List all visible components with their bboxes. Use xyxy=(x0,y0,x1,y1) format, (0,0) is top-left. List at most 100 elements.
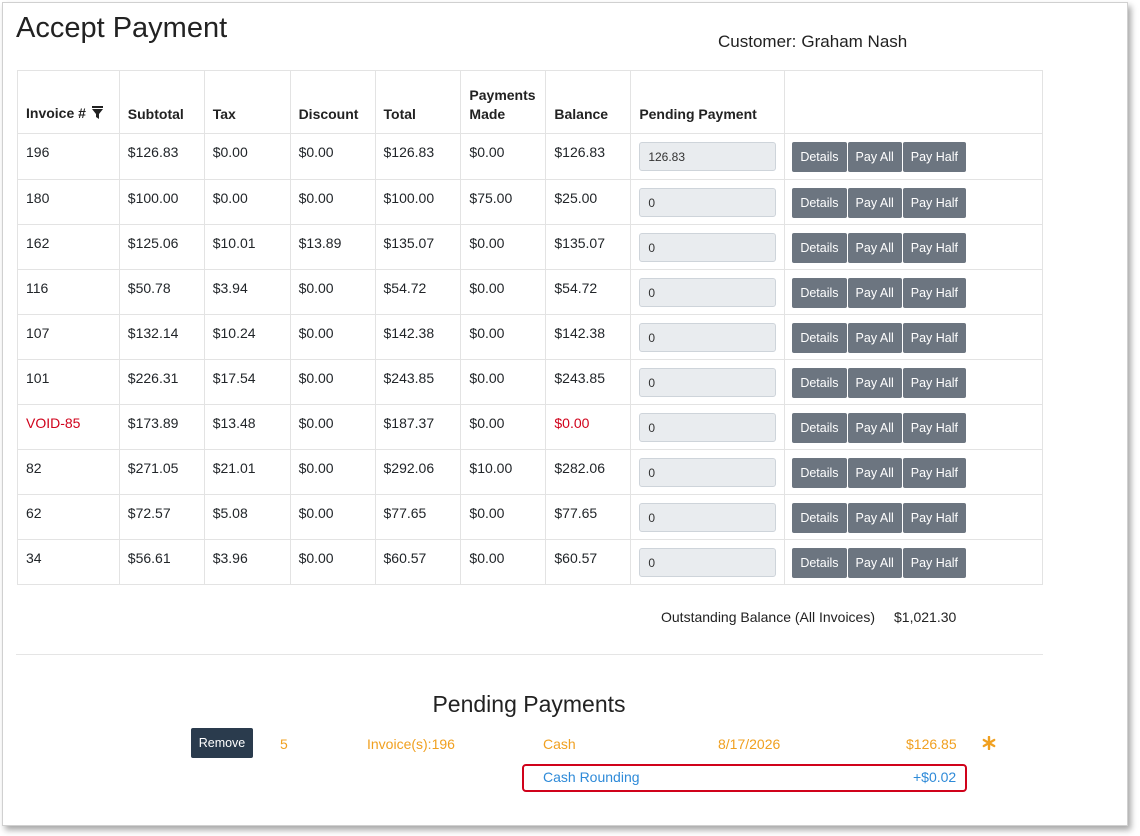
cell-actions: Details Pay All Pay Half xyxy=(784,449,1043,495)
pending-payment-input[interactable] xyxy=(639,278,777,307)
pay-all-button[interactable]: Pay All xyxy=(847,368,902,398)
pay-half-button[interactable]: Pay Half xyxy=(902,413,966,443)
cell-tax: $3.96 xyxy=(203,539,291,585)
cell-discount: $0.00 xyxy=(289,269,376,315)
pay-all-button[interactable]: Pay All xyxy=(847,413,902,443)
filter-icon[interactable] xyxy=(91,105,103,124)
cell-payments-made: $75.00 xyxy=(460,179,547,225)
pay-all-button[interactable]: Pay All xyxy=(847,233,902,263)
cell-payments-made: $0.00 xyxy=(460,494,547,540)
header-tax: Tax xyxy=(203,70,291,134)
cell-invoice: VOID-85 xyxy=(17,404,120,450)
details-button[interactable]: Details xyxy=(792,278,847,308)
pay-half-button[interactable]: Pay Half xyxy=(902,188,966,218)
table-row: 34$56.61$3.96$0.00$60.57$0.00$60.57Detai… xyxy=(17,539,1043,585)
cell-discount: $0.00 xyxy=(289,449,376,495)
cell-total: $243.85 xyxy=(374,359,462,405)
pending-payment-input[interactable] xyxy=(639,188,777,217)
pending-payment-input[interactable] xyxy=(639,503,777,532)
pay-half-button[interactable]: Pay Half xyxy=(902,548,966,578)
header-subtotal: Subtotal xyxy=(118,70,205,134)
cell-pending-payment xyxy=(630,359,786,405)
pending-payment-input[interactable] xyxy=(639,413,777,442)
pay-half-button[interactable]: Pay Half xyxy=(902,503,966,533)
section-divider xyxy=(16,654,1043,655)
cell-balance: $60.57 xyxy=(545,539,632,585)
cell-tax: $10.01 xyxy=(203,224,291,270)
cell-discount: $13.89 xyxy=(289,224,376,270)
cell-invoice: 82 xyxy=(17,449,120,495)
details-button[interactable]: Details xyxy=(792,458,847,488)
cell-tax: $13.48 xyxy=(203,404,291,450)
pending-payment-input[interactable] xyxy=(639,458,777,487)
details-button[interactable]: Details xyxy=(792,188,847,218)
invoice-table: Invoice # Subtotal Tax Discount Total Pa… xyxy=(17,70,1043,585)
pending-payment-input[interactable] xyxy=(639,323,777,352)
cell-subtotal: $100.00 xyxy=(118,179,205,225)
details-button[interactable]: Details xyxy=(792,368,847,398)
cell-subtotal: $50.78 xyxy=(118,269,205,315)
header-invoice-label: Invoice # xyxy=(26,105,86,121)
pay-all-button[interactable]: Pay All xyxy=(847,503,902,533)
remove-button[interactable]: Remove xyxy=(191,728,253,758)
pay-all-button[interactable]: Pay All xyxy=(847,142,902,172)
table-row: 162 $125.06 $10.01 $13.89 $135.07 $0.00 $135.0… xyxy=(17,224,1043,270)
details-button[interactable]: Details xyxy=(792,233,847,263)
cell-payments-made: $10.00 xyxy=(460,449,547,495)
pay-all-button[interactable]: Pay All xyxy=(847,458,902,488)
pay-half-button[interactable]: Pay Half xyxy=(902,142,966,172)
cell-invoice: 34 xyxy=(17,539,120,585)
header-actions xyxy=(784,70,1043,134)
cell-payments-made: $0.00 xyxy=(460,359,547,405)
cell-tax: $17.54 xyxy=(203,359,291,405)
pending-payment-input[interactable] xyxy=(639,368,777,397)
pending-payment-input[interactable] xyxy=(639,548,777,577)
cell-balance: $135.07 xyxy=(545,224,632,270)
pay-all-button[interactable]: Pay All xyxy=(847,188,902,218)
pay-half-button[interactable]: Pay Half xyxy=(902,233,966,263)
cell-total: $100.00 xyxy=(374,179,462,225)
customer-name: Graham Nash xyxy=(801,32,908,51)
cell-pending-payment xyxy=(630,314,786,360)
customer-info: Customer: Graham Nash xyxy=(718,32,907,52)
details-button[interactable]: Details xyxy=(792,548,847,578)
cell-invoice: 162 xyxy=(17,224,120,270)
cell-balance: $142.38 xyxy=(545,314,632,360)
cell-payments-made: $0.00 xyxy=(460,404,547,450)
details-button[interactable]: Details xyxy=(792,323,847,353)
cash-rounding-label: Cash Rounding xyxy=(543,769,640,785)
header-payments-made-line1: Payments xyxy=(469,87,536,103)
cell-subtotal: $72.57 xyxy=(118,494,205,540)
cell-pending-payment xyxy=(630,449,786,495)
header-balance: Balance xyxy=(545,70,632,134)
pay-half-button[interactable]: Pay Half xyxy=(902,458,966,488)
cell-total: $292.06 xyxy=(374,449,462,495)
cell-discount: $0.00 xyxy=(289,404,376,450)
pending-payment-method: Cash xyxy=(543,736,576,752)
details-button[interactable]: Details xyxy=(792,413,847,443)
customer-label: Customer: xyxy=(718,32,797,51)
page-title: Accept Payment xyxy=(16,12,228,44)
cell-subtotal: $226.31 xyxy=(118,359,205,405)
pending-payment-input[interactable] xyxy=(639,233,777,262)
pay-all-button[interactable]: Pay All xyxy=(847,323,902,353)
cell-actions: Details Pay All Pay Half xyxy=(784,269,1043,315)
details-button[interactable]: Details xyxy=(792,503,847,533)
pending-payment-input[interactable] xyxy=(639,142,777,171)
table-row: 180$100.00$0.00$0.00$100.00$75.00$25.00D… xyxy=(17,179,1043,225)
pay-half-button[interactable]: Pay Half xyxy=(902,368,966,398)
header-payments-made: Payments Made xyxy=(460,70,547,134)
table-row: 196$126.83$0.00$0.00$126.83$0.00$126.83D… xyxy=(17,133,1043,180)
header-invoice[interactable]: Invoice # xyxy=(17,70,120,134)
cell-subtotal: $271.05 xyxy=(118,449,205,495)
header-payments-made-line2: Made xyxy=(469,106,506,122)
cell-subtotal: $126.83 xyxy=(118,133,205,180)
cell-actions: Details Pay All Pay Half xyxy=(784,133,1043,180)
cell-pending-payment xyxy=(630,539,786,585)
pay-half-button[interactable]: Pay Half xyxy=(902,323,966,353)
pay-half-button[interactable]: Pay Half xyxy=(902,278,966,308)
pay-all-button[interactable]: Pay All xyxy=(847,548,902,578)
details-button[interactable]: Details xyxy=(792,142,847,172)
cell-total: $187.37 xyxy=(374,404,462,450)
pay-all-button[interactable]: Pay All xyxy=(847,278,902,308)
